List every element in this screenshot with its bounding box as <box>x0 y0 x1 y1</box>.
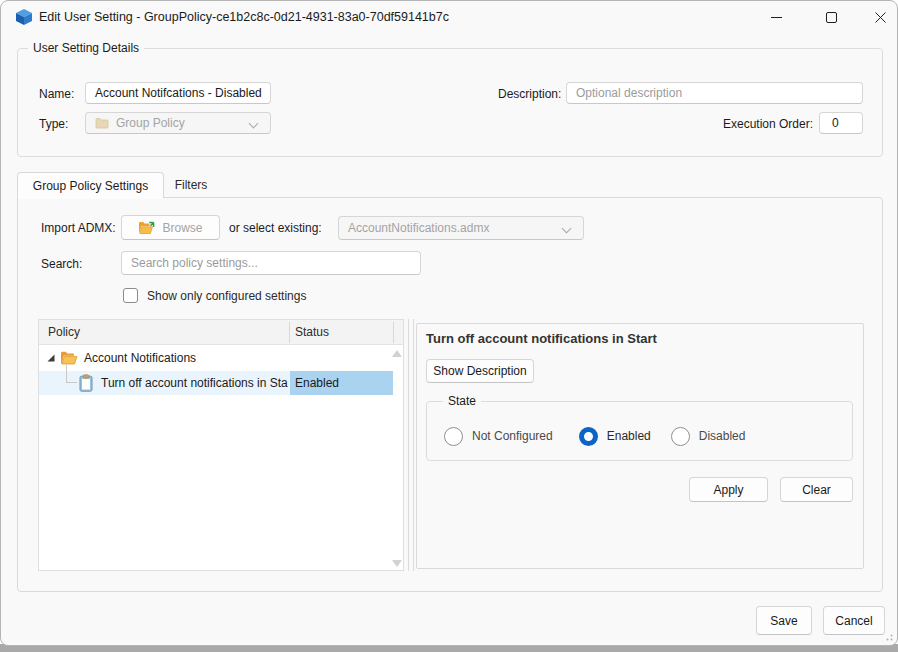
save-button[interactable]: Save <box>756 606 812 635</box>
policy-detail-title: Turn off account notifications in Start <box>426 331 657 346</box>
scroll-up-icon[interactable] <box>392 350 402 357</box>
tree-row-label: Account Notifications <box>84 351 196 365</box>
type-dropdown[interactable]: Group Policy <box>85 112 271 134</box>
radio-disabled[interactable] <box>671 427 690 446</box>
group-legend: User Setting Details <box>28 41 144 55</box>
chevron-down-icon <box>249 120 258 129</box>
panel-splitter[interactable] <box>408 319 414 571</box>
description-placeholder: Optional description <box>576 86 682 100</box>
scroll-down-icon[interactable] <box>392 560 402 567</box>
show-description-label: Show Description <box>433 364 526 378</box>
policy-tree: Policy Status Account Notifications <box>38 319 404 571</box>
tab-label: Filters <box>175 178 208 192</box>
or-select-existing-label: or select existing: <box>229 221 322 235</box>
show-description-button[interactable]: Show Description <box>426 359 534 383</box>
close-button[interactable] <box>857 1 898 33</box>
tree-header: Policy Status <box>39 320 403 345</box>
apply-button[interactable]: Apply <box>689 477 768 502</box>
name-label: Name: <box>39 87 74 101</box>
tree-connector <box>66 365 77 383</box>
state-legend: State <box>443 394 481 408</box>
clear-button[interactable]: Clear <box>780 477 853 502</box>
app-cube-icon <box>15 8 33 26</box>
type-label: Type: <box>39 117 68 131</box>
policy-clipboard-icon <box>79 374 93 392</box>
import-admx-label: Import ADMX: <box>41 221 116 235</box>
apply-label: Apply <box>713 483 743 497</box>
open-folder-icon <box>138 220 155 235</box>
state-radio-group: Not Configured Enabled Disabled <box>444 426 745 446</box>
admx-dropdown[interactable]: AccountNotifications.admx <box>338 216 584 240</box>
radio-enabled[interactable] <box>579 427 598 446</box>
column-divider[interactable] <box>289 322 290 343</box>
column-status[interactable]: Status <box>295 325 329 339</box>
search-placeholder: Search policy settings... <box>131 256 258 270</box>
description-input[interactable]: Optional description <box>566 82 863 104</box>
search-input[interactable]: Search policy settings... <box>121 251 421 275</box>
description-label: Description: <box>498 87 561 101</box>
save-label: Save <box>770 614 797 628</box>
folder-icon <box>95 117 109 129</box>
admx-selected-value: AccountNotifications.admx <box>348 221 489 235</box>
browse-label: Browse <box>162 221 202 235</box>
title-bar: Edit User Setting - GroupPolicy-ce1b2c8c… <box>1 1 897 33</box>
tab-group-policy-settings[interactable]: Group Policy Settings <box>17 172 164 198</box>
show-only-configured-label: Show only configured settings <box>147 289 306 303</box>
cancel-label: Cancel <box>835 614 872 628</box>
name-value: Account Notifcations - Disabled <box>95 86 262 100</box>
search-label: Search: <box>41 257 82 271</box>
clear-label: Clear <box>802 483 831 497</box>
execution-order-label: Execution Order: <box>723 117 813 131</box>
resize-grip[interactable] <box>883 631 893 641</box>
tree-row-policy[interactable]: Turn off account notifications in Sta En… <box>39 371 403 395</box>
status-value: Enabled <box>295 376 339 390</box>
radio-not-configured[interactable] <box>444 427 463 446</box>
show-only-configured-checkbox[interactable] <box>123 288 138 303</box>
execution-order-value: 0 <box>832 116 839 130</box>
tree-row-label: Turn off account notifications in Sta <box>101 376 288 390</box>
radio-label: Not Configured <box>472 429 553 443</box>
browse-button[interactable]: Browse <box>121 215 220 240</box>
tab-label: Group Policy Settings <box>33 179 148 193</box>
radio-label: Enabled <box>607 429 651 443</box>
type-value: Group Policy <box>116 116 185 130</box>
column-divider[interactable] <box>393 322 394 343</box>
folder-icon <box>60 350 78 366</box>
column-policy[interactable]: Policy <box>48 325 80 339</box>
maximize-button[interactable] <box>808 1 854 33</box>
status-cell: Enabled <box>290 371 393 395</box>
execution-order-input[interactable]: 0 <box>819 112 863 134</box>
tab-filters[interactable]: Filters <box>164 172 218 197</box>
window-title: Edit User Setting - GroupPolicy-ce1b2c8c… <box>39 10 449 24</box>
expander-icon[interactable] <box>46 353 56 363</box>
tab-seam <box>18 196 163 199</box>
minimize-button[interactable] <box>753 1 799 33</box>
name-input[interactable]: Account Notifcations - Disabled <box>85 82 271 104</box>
chevron-down-icon <box>562 225 571 234</box>
cancel-button[interactable]: Cancel <box>823 606 885 635</box>
radio-label: Disabled <box>699 429 746 443</box>
tree-row-folder[interactable]: Account Notifications <box>39 346 403 370</box>
edit-user-setting-dialog: Edit User Setting - GroupPolicy-ce1b2c8c… <box>0 0 898 646</box>
